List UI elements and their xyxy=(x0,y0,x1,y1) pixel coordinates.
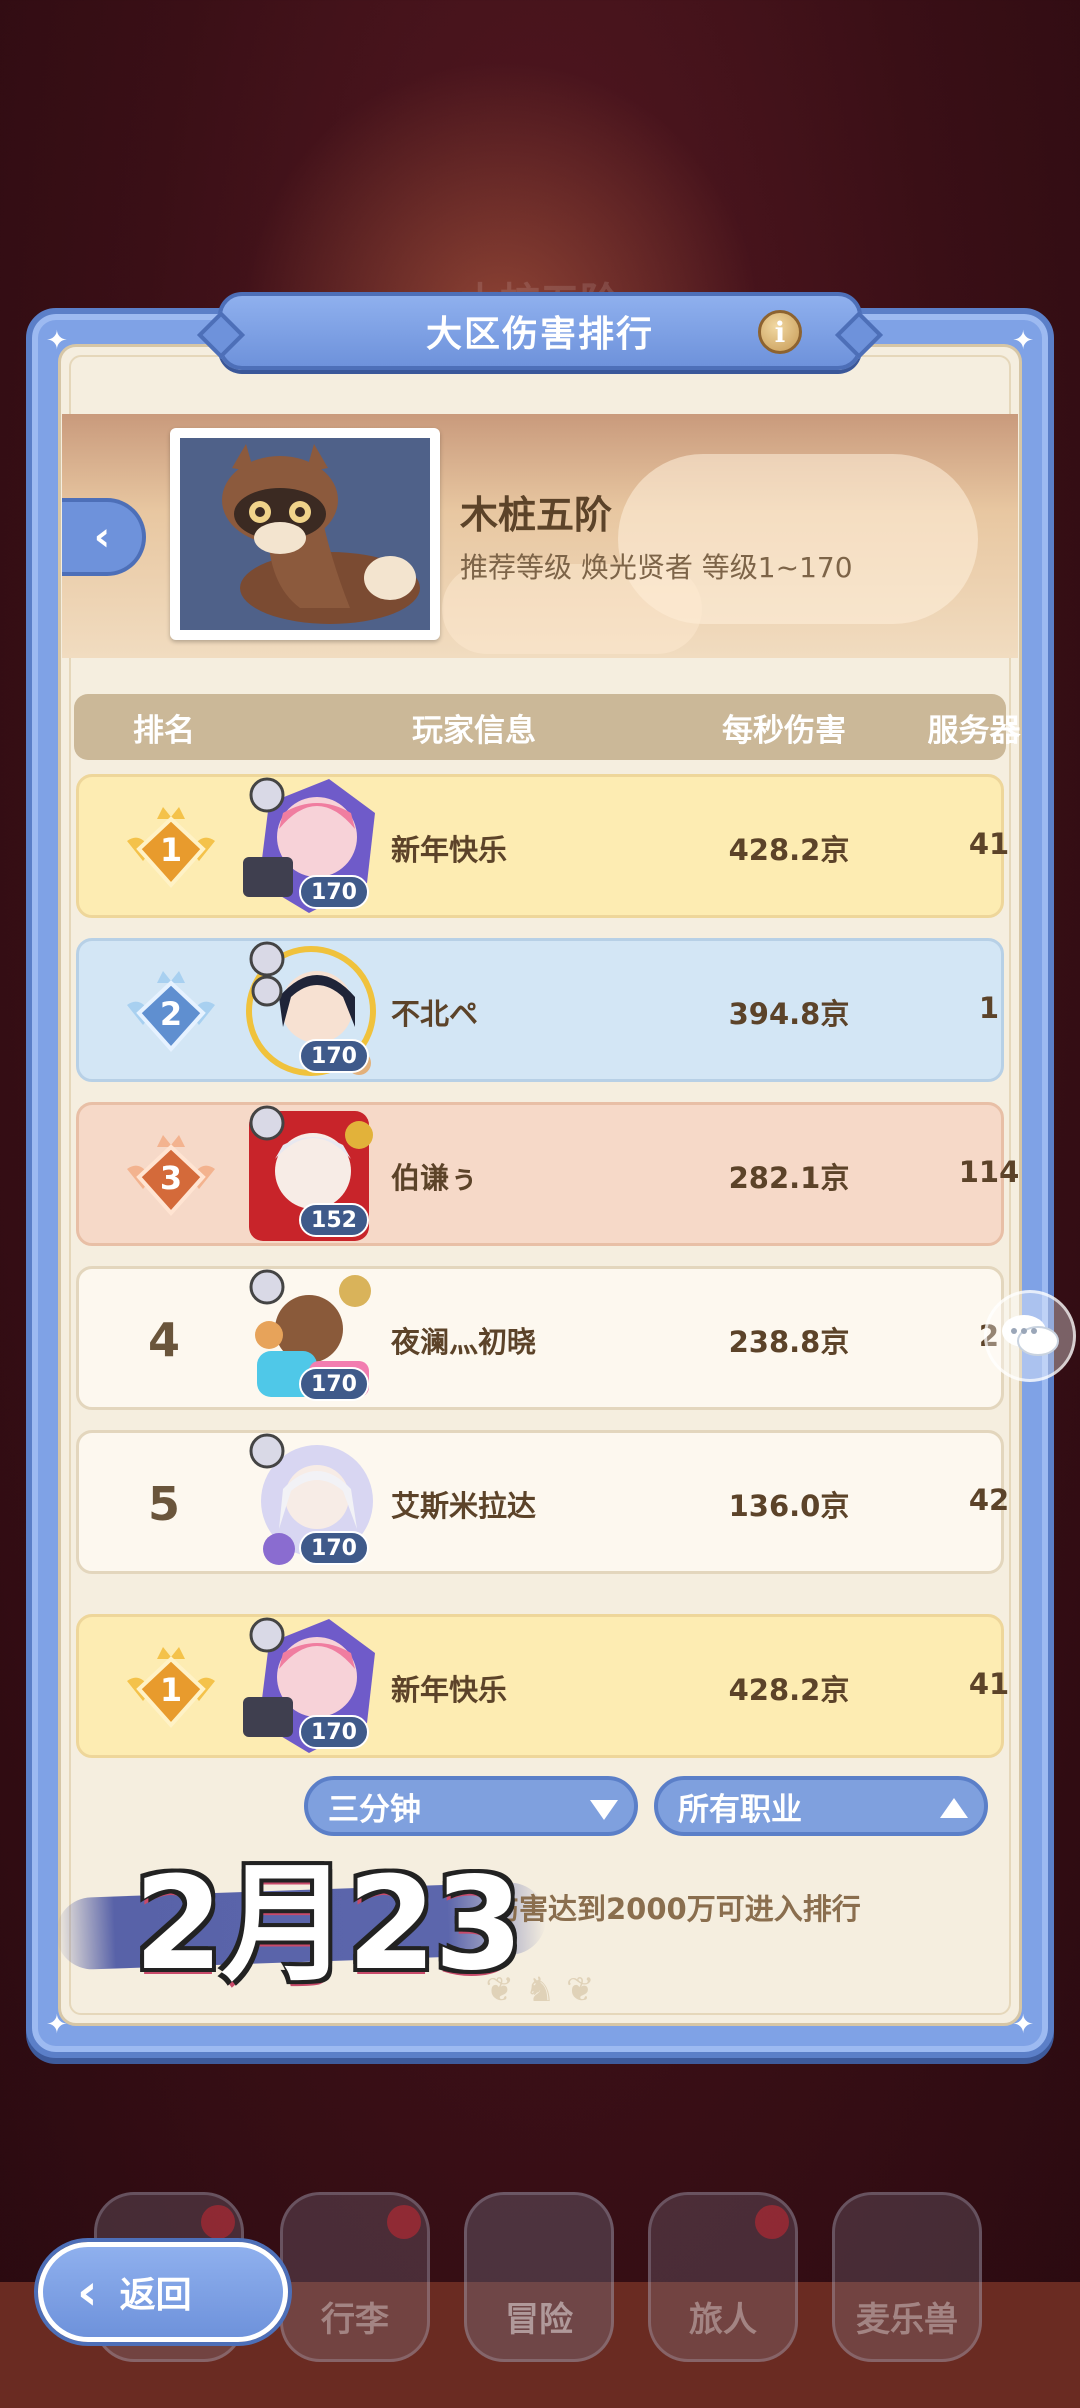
svg-text:1: 1 xyxy=(160,831,182,869)
gold-medal-icon: 1 xyxy=(127,1647,215,1729)
nav-label: 冒险 xyxy=(505,2300,573,2340)
chevron-down-icon xyxy=(590,1800,618,1820)
player-name: 新年快乐 xyxy=(391,1673,508,1707)
player-server: 1 xyxy=(978,991,1000,1025)
info-button[interactable]: i xyxy=(758,310,802,354)
player-level-badge: 170 xyxy=(299,1039,369,1073)
player-level-badge: 170 xyxy=(299,1367,369,1401)
table-row[interactable]: 2 170 不北ペ 394.8京 1 xyxy=(76,938,1004,1082)
corner-star-icon: ✦ xyxy=(46,326,68,356)
player-level-badge: 152 xyxy=(299,1203,369,1237)
class-filter-dropdown[interactable]: 所有职业 xyxy=(654,1776,988,1836)
player-server: 41 xyxy=(968,1667,1010,1701)
player-server: 42 xyxy=(968,1483,1010,1517)
header-player: 玩家信息 xyxy=(412,712,536,749)
player-level-badge: 170 xyxy=(299,875,369,909)
nav-label: 麦乐兽 xyxy=(856,2300,958,2340)
nav-bag[interactable]: 行李 xyxy=(280,2192,430,2362)
rank-number: 4 xyxy=(147,1313,180,1367)
notification-dot-icon xyxy=(201,2205,235,2239)
boss-portrait xyxy=(170,428,440,640)
player-server: 41 xyxy=(968,827,1010,861)
boss-name: 木桩五阶 xyxy=(460,493,613,537)
table-row[interactable]: 1 170 新年快乐 428.2京 41 xyxy=(76,774,1009,918)
ranking-requirement-note: 伤害达到2000万可进入排行 xyxy=(490,1892,861,1926)
svg-text:2: 2 xyxy=(160,995,182,1033)
table-row[interactable]: 3 152 伯谦ぅ 282.1京 114 xyxy=(76,1102,1019,1246)
panel-title-ribbon: 大区伤害排行 i xyxy=(196,292,884,370)
chat-bubble-icon xyxy=(1002,1315,1059,1356)
svg-text:1: 1 xyxy=(160,1671,182,1709)
bronze-medal-icon: 3 xyxy=(127,1135,215,1217)
table-row[interactable]: 4 170 夜澜灬初晓 238.8京 2 xyxy=(76,1266,1004,1410)
player-level-badge: 170 xyxy=(299,1531,369,1565)
alpaca-boss-image xyxy=(180,438,430,630)
page-title: 大区伤害排行 xyxy=(425,314,654,355)
nav-label: 旅人 xyxy=(689,2300,757,2340)
chat-button[interactable] xyxy=(984,1290,1076,1382)
back-button-label: 返回 xyxy=(119,2275,192,2316)
player-name: 新年快乐 xyxy=(391,833,508,867)
player-name: 伯谦ぅ xyxy=(391,1161,479,1195)
panel-bottom-ornament: ❦ ♞ ❦ xyxy=(485,1970,595,2010)
nav-pet[interactable]: 麦乐兽 xyxy=(832,2192,982,2362)
rank-number: 5 xyxy=(147,1477,180,1531)
corner-star-icon: ✦ xyxy=(46,2010,68,2040)
silver-medal-icon: 2 xyxy=(127,971,215,1053)
nav-traveler[interactable]: 旅人 xyxy=(648,2192,798,2362)
chevron-up-icon xyxy=(940,1798,968,1818)
boss-subtitle: 推荐等级 焕光贤者 等级1~170 xyxy=(460,551,853,584)
corner-star-icon: ✦ xyxy=(1012,2010,1034,2040)
gold-medal-icon: 1 xyxy=(127,807,215,889)
back-arrow-icon: ‹ xyxy=(77,2263,98,2321)
info-icon: i xyxy=(774,315,786,349)
player-name: 不北ペ xyxy=(391,997,479,1031)
my-rank-row[interactable]: 1 170 新年快乐 428.2京 41 xyxy=(76,1614,1009,1758)
notification-dot-icon xyxy=(755,2205,789,2239)
class-filter-value: 所有职业 xyxy=(678,1791,802,1828)
player-name: 夜澜灬初晓 xyxy=(391,1325,537,1359)
player-level-badge: 170 xyxy=(299,1715,369,1749)
player-name: 艾斯米拉达 xyxy=(391,1489,537,1523)
back-button[interactable]: ‹ 返回 xyxy=(38,2242,288,2342)
svg-text:3: 3 xyxy=(160,1159,182,1197)
header-rank: 排名 xyxy=(133,712,195,749)
chevron-left-icon: ‹ xyxy=(93,514,111,560)
collapse-tab-button[interactable]: ‹ xyxy=(62,498,146,576)
notification-dot-icon xyxy=(387,2205,421,2239)
table-row[interactable]: 5 170 艾斯米拉达 136.0京 42 xyxy=(76,1430,1009,1574)
player-server: 114 xyxy=(958,1155,1020,1189)
nav-adventure[interactable]: 冒险 xyxy=(464,2192,614,2362)
corner-star-icon: ✦ xyxy=(1012,326,1034,356)
nav-label: 行李 xyxy=(321,2300,389,2340)
header-server: 服务器 xyxy=(927,712,1021,749)
table-header: 排名 玩家信息 每秒伤害 服务器 xyxy=(74,694,1021,760)
